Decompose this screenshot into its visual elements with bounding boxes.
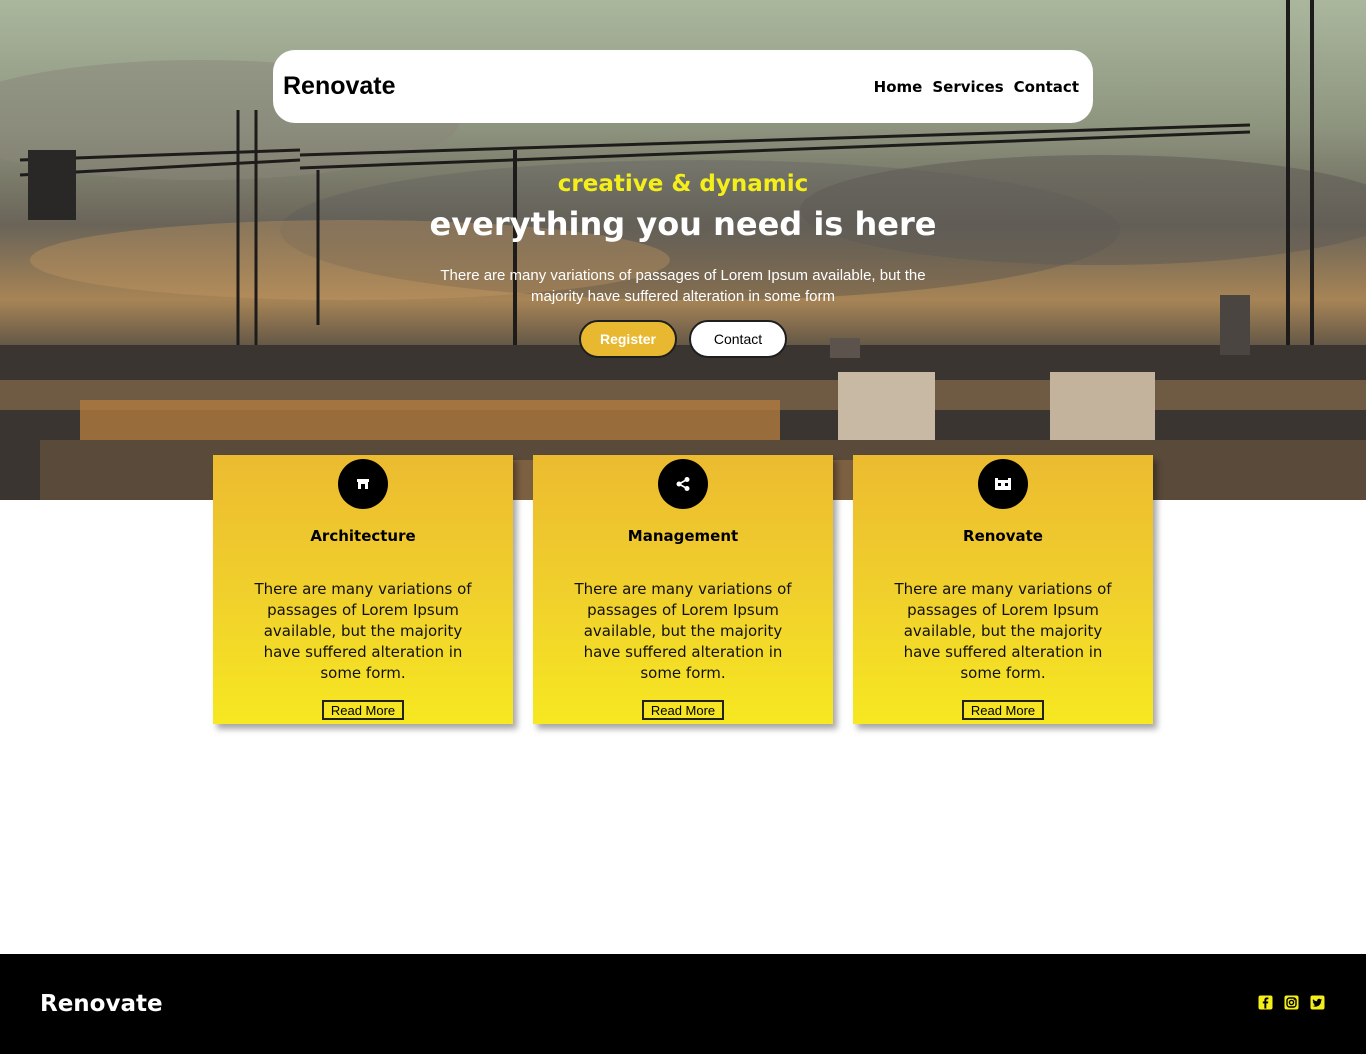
nav-home-link[interactable]: Home <box>874 78 923 96</box>
navbar: Renovate Home Services Contact <box>273 50 1093 123</box>
brand-logo[interactable]: Renovate <box>283 72 396 101</box>
twitter-icon[interactable] <box>1310 995 1325 1010</box>
contact-button[interactable]: Contact <box>689 320 787 358</box>
service-card-management: Management There are many variations of … <box>533 455 833 724</box>
industry-icon <box>978 459 1028 509</box>
hero-tagline: creative & dynamic <box>557 171 809 197</box>
card-text: There are many variations of passages of… <box>574 580 792 682</box>
card-title: Management <box>627 527 739 545</box>
hero-headline: everything you need is here <box>429 205 937 243</box>
read-more-button[interactable]: Read More <box>962 700 1044 720</box>
service-card-architecture: Architecture There are many variations o… <box>213 455 513 724</box>
service-card-renovate: Renovate There are many variations of pa… <box>853 455 1153 724</box>
store-icon <box>338 459 388 509</box>
hero-section: Renovate Home Services Contact creative … <box>0 0 1366 500</box>
read-more-button[interactable]: Read More <box>642 700 724 720</box>
card-title: Renovate <box>963 527 1043 545</box>
nav-services-link[interactable]: Services <box>932 78 1003 96</box>
card-text: There are many variations of passages of… <box>254 580 472 682</box>
footer: Renovate <box>0 954 1366 1054</box>
nav-links: Home Services Contact <box>874 78 1079 96</box>
nav-contact-link[interactable]: Contact <box>1014 78 1079 96</box>
register-button[interactable]: Register <box>579 320 677 358</box>
instagram-icon[interactable] <box>1284 995 1299 1010</box>
card-text: There are many variations of passages of… <box>894 580 1112 682</box>
read-more-button[interactable]: Read More <box>322 700 404 720</box>
facebook-icon[interactable] <box>1258 995 1273 1010</box>
footer-brand: Renovate <box>40 991 163 1017</box>
hero-description: There are many variations of passages of… <box>440 267 926 305</box>
share-icon <box>658 459 708 509</box>
card-title: Architecture <box>310 527 416 545</box>
